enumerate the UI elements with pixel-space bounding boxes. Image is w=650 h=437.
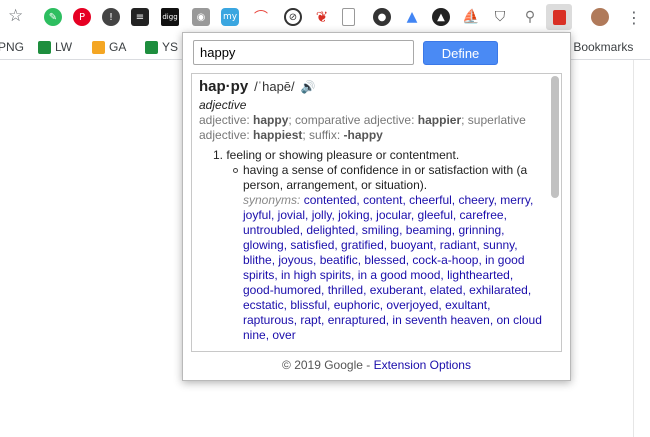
rainbow-extension-icon[interactable]: ⌒ <box>252 8 270 26</box>
analytics-icon <box>92 40 105 54</box>
part-of-speech: adjective <box>199 98 247 112</box>
dictionary-extension-icon[interactable] <box>546 4 572 30</box>
my-extension-icon[interactable]: my <box>221 8 239 26</box>
form-bold: -happy <box>343 128 383 142</box>
popup-footer: © 2019 Google - Extension Options <box>183 358 570 372</box>
sheet-icon <box>38 40 51 54</box>
bookmark-label: LW <box>55 40 73 54</box>
other-bookmarks[interactable]: r Bookmarks <box>566 40 633 54</box>
avatar-extension-icon[interactable]: ● <box>373 8 391 26</box>
sheet-icon <box>145 40 158 54</box>
bookmark-png[interactable]: PNG <box>0 40 24 54</box>
forms-text: adjective: <box>199 113 254 127</box>
subsense-text: having a sense of confidence in or satis… <box>243 163 528 192</box>
pinterest-extension-icon[interactable]: P <box>73 8 91 26</box>
bookmark-label: GA <box>109 40 127 54</box>
scrollbar-thumb[interactable] <box>551 76 559 198</box>
bookmark-label: r Bookmarks <box>566 40 634 54</box>
bookmark-lw[interactable]: LW <box>38 40 72 54</box>
bookmark-star-icon[interactable]: ☆ <box>8 6 23 26</box>
bulb-extension-icon[interactable]: ⚲ <box>521 8 539 26</box>
form-bold: happy <box>253 113 289 127</box>
pepper-extension-icon[interactable]: ❦ <box>313 8 331 26</box>
headword-row: hap·py /ˈhapē/ 🔊 <box>199 79 544 95</box>
drive-extension-icon[interactable]: ▲ <box>403 8 421 26</box>
profile-avatar[interactable] <box>591 8 609 26</box>
form-bold: happiest <box>253 128 303 142</box>
menu-kebab-icon[interactable]: ⋮ <box>626 8 642 27</box>
speaker-icon[interactable]: 🔊 <box>301 80 316 95</box>
extension-options-link[interactable]: Extension Options <box>374 358 471 372</box>
forms-text: ; suffix: <box>302 128 344 142</box>
digg-extension-icon[interactable]: digg <box>161 8 179 26</box>
info-extension-icon[interactable]: ! <box>102 8 120 26</box>
camera-extension-icon[interactable]: ◉ <box>192 8 210 26</box>
footer-copyright: © 2019 Google - <box>282 358 374 372</box>
define-button[interactable]: Define <box>423 41 498 65</box>
evernote-extension-icon[interactable]: ✎ <box>44 8 62 26</box>
definition-content: hap·py /ˈhapē/ 🔊 adjective adjective: ha… <box>199 79 544 343</box>
bookmark-label: PNG <box>0 40 25 54</box>
sail-extension-icon[interactable]: ⛵ <box>462 8 480 26</box>
synonyms-label: synonyms: <box>243 193 301 207</box>
book-icon <box>552 9 566 25</box>
page-extension-icon[interactable] <box>342 8 355 26</box>
browser-toolbar: ☆ ✎ P ! ≡ digg ◉ my ⌒ ⊘ ❦ ● ▲ ▲ ⛵ ⛉ ⚲ ⋮ <box>0 0 650 34</box>
forms-text: ; comparative adjective: <box>288 113 418 127</box>
shield-extension-icon[interactable]: ⛉ <box>491 8 509 26</box>
subsense-1: having a sense of confidence in or satis… <box>199 163 544 343</box>
headword: hap·py <box>199 78 249 95</box>
bookmark-label: YS <box>162 40 179 54</box>
hidden-eye-extension-icon[interactable]: ⊘ <box>284 8 302 26</box>
word-forms: adjective: happy; comparative adjective:… <box>199 113 544 143</box>
analytics-extension-icon[interactable]: ▲ <box>432 8 450 26</box>
dictionary-popup: Define hap·py /ˈhapē/ 🔊 adjective adject… <box>182 32 571 381</box>
page-edge-divider <box>633 60 634 437</box>
circle-bullet-icon <box>233 168 238 173</box>
synonyms-list[interactable]: contented, content, cheerful, cheery, me… <box>243 193 542 342</box>
definition-panel[interactable]: hap·py /ˈhapē/ 🔊 adjective adjective: ha… <box>191 73 562 352</box>
pronunciation: /ˈhapē/ <box>254 79 295 94</box>
bookmark-ys[interactable]: YS <box>145 40 178 54</box>
search-input[interactable] <box>193 40 414 65</box>
bookmark-ga[interactable]: GA <box>92 40 126 54</box>
form-bold: happier <box>417 113 462 127</box>
synonyms-block: synonyms: contented, content, cheerful, … <box>243 193 544 343</box>
layers-extension-icon[interactable]: ≡ <box>131 8 149 26</box>
sense-1: 1. feeling or showing pleasure or conten… <box>213 148 460 162</box>
